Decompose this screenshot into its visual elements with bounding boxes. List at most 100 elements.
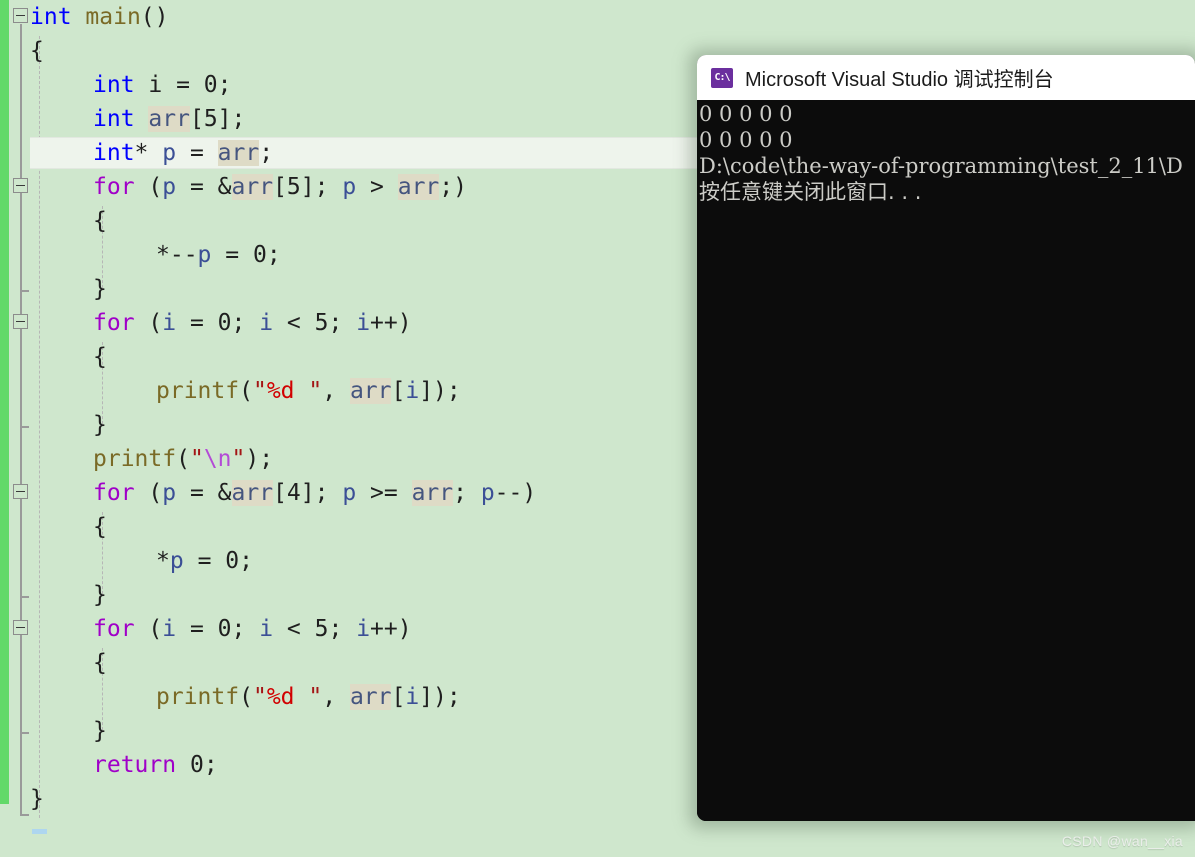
code-line[interactable]: int arr[5]; <box>93 102 245 136</box>
code-token: " <box>252 684 267 710</box>
code-token: " <box>308 378 323 404</box>
code-token: < <box>273 310 315 336</box>
code-token: = <box>176 616 218 642</box>
code-token: ]; <box>300 174 343 200</box>
code-token: ; <box>231 310 260 336</box>
code-token: [ <box>273 174 287 200</box>
code-token: { <box>93 514 107 540</box>
code-token: for <box>93 174 135 200</box>
debug-console-window[interactable]: C:\ Microsoft Visual Studio 调试控制台 0 0 0 … <box>697 55 1195 821</box>
code-token: for <box>93 310 135 336</box>
collapse-region-button[interactable] <box>13 484 28 499</box>
code-line[interactable]: return 0; <box>93 748 218 782</box>
code-token: i <box>259 310 274 336</box>
code-token: ]; <box>217 106 246 132</box>
code-token: int <box>30 4 72 30</box>
console-output-area[interactable]: 0 0 0 0 00 0 0 0 0 D:\code\the-way-of-pro… <box>697 100 1195 821</box>
code-token: = & <box>176 480 232 506</box>
code-token: , <box>322 684 350 710</box>
changed-lines-indicator <box>0 0 9 804</box>
code-token: ; <box>231 616 260 642</box>
code-token: ; <box>266 242 281 268</box>
code-token: 0 <box>225 548 240 574</box>
code-token: } <box>93 718 107 744</box>
code-line[interactable]: } <box>93 272 107 306</box>
code-token: %d <box>266 684 295 710</box>
code-line[interactable]: } <box>93 578 107 612</box>
collapse-region-button[interactable] <box>13 178 28 193</box>
code-line[interactable]: *--p = 0; <box>156 238 281 272</box>
code-token: ++) <box>370 616 412 642</box>
code-token: 5 <box>314 310 329 336</box>
collapse-region-button[interactable] <box>13 8 28 23</box>
code-token: * <box>134 140 163 166</box>
fold-scope-foot <box>20 814 29 816</box>
console-title-bar[interactable]: C:\ Microsoft Visual Studio 调试控制台 <box>697 55 1195 100</box>
code-line[interactable]: for (i = 0; i < 5; i++) <box>93 306 412 340</box>
code-line[interactable]: printf("\n"); <box>93 442 273 476</box>
code-line[interactable]: { <box>93 340 107 374</box>
code-token: 0 <box>252 242 267 268</box>
code-token: = <box>211 242 253 268</box>
fold-scope-foot <box>20 732 29 734</box>
code-token: = <box>176 140 218 166</box>
code-line[interactable]: { <box>93 646 107 680</box>
code-line[interactable]: } <box>93 714 107 748</box>
code-line[interactable]: { <box>93 204 107 238</box>
code-line[interactable]: } <box>93 408 107 442</box>
code-line[interactable]: } <box>30 782 44 816</box>
code-line[interactable]: int i = 0; <box>93 68 232 102</box>
code-line[interactable]: *p = 0; <box>156 544 253 578</box>
code-line[interactable]: for (p = &arr[5]; p > arr;) <box>93 170 467 204</box>
code-token: = <box>176 310 218 336</box>
code-token: i <box>162 616 177 642</box>
code-token: 5 <box>314 616 329 642</box>
code-token: p <box>162 140 177 166</box>
code-line[interactable]: int* p = arr; <box>93 136 273 170</box>
code-token: ( <box>239 684 253 710</box>
code-token: arr <box>148 106 190 132</box>
collapse-region-button[interactable] <box>13 314 28 329</box>
code-token: arr <box>231 174 274 200</box>
code-token: p <box>162 480 177 506</box>
code-line[interactable]: printf("%d ", arr[i]); <box>156 680 461 714</box>
code-line[interactable]: { <box>30 34 44 68</box>
fold-scope-foot <box>20 290 29 292</box>
code-line[interactable]: printf("%d ", arr[i]); <box>156 374 461 408</box>
code-token: i <box>259 616 274 642</box>
code-token: return <box>93 752 177 778</box>
code-line[interactable]: for (p = &arr[4]; p >= arr; p--) <box>93 476 536 510</box>
code-line[interactable]: { <box>93 510 107 544</box>
code-token: 4 <box>286 480 301 506</box>
code-token: >= <box>356 480 412 506</box>
fold-scope-line <box>20 500 22 596</box>
fold-scope-line <box>20 330 22 426</box>
console-output-line: D:\code\the-way-of-programming\test_2_11… <box>699 154 1183 178</box>
code-token: printf <box>156 684 240 710</box>
code-token: ( <box>134 480 163 506</box>
text-caret-mark <box>32 829 47 834</box>
code-token: i <box>162 310 177 336</box>
collapse-region-button[interactable] <box>13 620 28 635</box>
code-token: *-- <box>156 242 198 268</box>
code-token: = <box>183 548 226 574</box>
code-token: , <box>322 378 350 404</box>
code-token: 0 <box>217 310 232 336</box>
fold-scope-foot <box>20 596 29 598</box>
code-token: " <box>189 446 204 472</box>
code-token: { <box>93 208 107 234</box>
code-token: ; <box>239 548 253 574</box>
code-token: ; <box>328 616 357 642</box>
code-line[interactable]: int main() <box>30 0 169 34</box>
console-window-title: Microsoft Visual Studio 调试控制台 <box>745 69 1054 91</box>
code-token: ( <box>134 310 163 336</box>
screenshot-root: int main(){int i = 0; int arr[5]; int* p =… <box>0 0 1195 857</box>
code-token: [ <box>391 684 406 710</box>
code-token: 0 <box>203 72 218 98</box>
code-token: ; <box>453 480 481 506</box>
code-line[interactable]: for (i = 0; i < 5; i++) <box>93 612 412 646</box>
code-token: > <box>356 174 398 200</box>
